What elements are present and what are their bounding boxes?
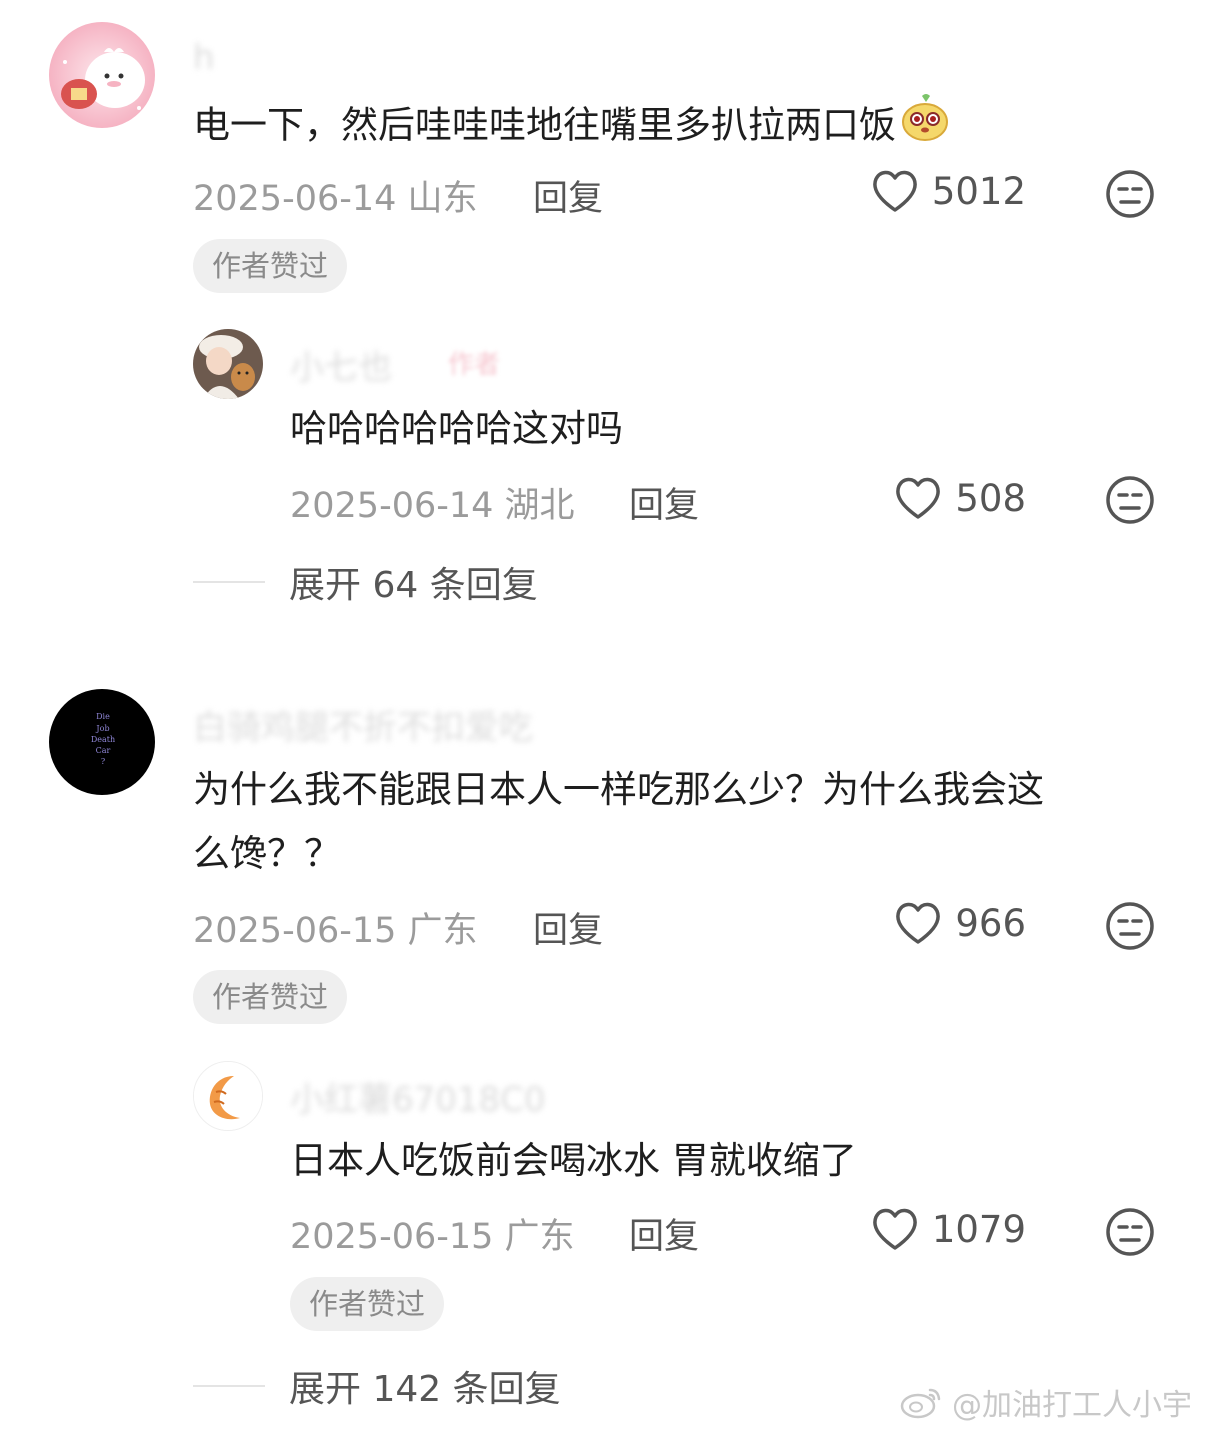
neutral-face-icon: [1106, 170, 1154, 218]
username-reply-1[interactable]: 小七也: [290, 340, 392, 389]
heart-outline-icon: [872, 1208, 917, 1250]
author-liked-badge: 作者赞过: [193, 970, 348, 1024]
avatar-reply-1[interactable]: [193, 329, 263, 399]
avatar-reply-2[interactable]: [193, 1061, 263, 1131]
comment-1-text: 电一下，然后哇哇哇地往嘴里多扒拉两口饭: [193, 103, 896, 147]
like-count: 966: [955, 901, 1026, 945]
neutral-face-icon: [1106, 1208, 1154, 1256]
avatar-text: ?: [101, 757, 105, 766]
reply-location: 广东: [504, 1217, 575, 1257]
like-count: 508: [955, 476, 1026, 520]
avatar-text: Job: [95, 724, 109, 733]
reply-2-text: 日本人吃饭前会喝冰水 胃就收缩了: [290, 1139, 857, 1182]
avatar-comment-1[interactable]: [49, 22, 155, 128]
author-liked-badge: 作者赞过: [290, 1277, 445, 1331]
comment-2-text-line2: 么馋？？: [193, 832, 341, 875]
expand-replies-label: 展开 64 条回复: [289, 565, 538, 606]
reply-1-text: 哈哈哈哈哈哈这对吗: [290, 407, 623, 450]
weibo-watermark: @加油打工人小宇: [900, 1380, 1192, 1424]
author-tag: 作者: [448, 350, 501, 380]
weibo-logo-icon: [900, 1388, 941, 1419]
avatar-text: Die: [96, 712, 110, 721]
neutral-face-icon: [1106, 476, 1154, 524]
watermark-text: @加油打工人小宇: [952, 1388, 1192, 1423]
expand-replies-button[interactable]: 展开 142 条回复: [193, 1360, 561, 1412]
like-count: 1079: [931, 1207, 1026, 1251]
author-liked-badge: 作者赞过: [193, 239, 348, 293]
like-button[interactable]: 508: [893, 475, 1026, 521]
reply-button[interactable]: 回复: [629, 477, 699, 528]
expand-replies-button[interactable]: 展开 64 条回复: [193, 556, 538, 608]
dislike-button[interactable]: [1105, 169, 1155, 223]
dislike-button[interactable]: [1105, 475, 1155, 529]
reply-button[interactable]: 回复: [533, 170, 603, 221]
username-comment-1[interactable]: h: [193, 38, 215, 78]
heart-outline-icon: [896, 902, 941, 944]
dislike-button[interactable]: [1105, 1207, 1155, 1261]
comment-location: 山东: [407, 179, 478, 219]
cute-emoji-icon: [900, 92, 950, 162]
avatar-text: Car: [96, 746, 111, 755]
reply-button[interactable]: 回复: [629, 1208, 699, 1259]
dislike-button[interactable]: [1105, 901, 1155, 955]
comment-2-meta: 2025-06-15 广东: [193, 902, 478, 953]
like-button[interactable]: 5012: [870, 168, 1026, 214]
username-reply-2[interactable]: 小红薯67018C0: [290, 1072, 546, 1121]
reply-date: 2025-06-14: [290, 486, 494, 526]
avatar-comment-2[interactable]: Die Job Death Car ?: [49, 689, 155, 795]
expand-replies-label: 展开 142 条回复: [289, 1369, 561, 1410]
comment-1-meta: 2025-06-14 山东: [193, 170, 478, 221]
comment-2-text-line1: 为什么我不能跟日本人一样吃那么少？为什么我会这: [193, 768, 1044, 811]
comment-date: 2025-06-14: [193, 179, 397, 219]
reply-date: 2025-06-15: [290, 1217, 494, 1257]
reply-button[interactable]: 回复: [533, 902, 603, 953]
reply-2-meta: 2025-06-15 广东: [290, 1208, 575, 1259]
heart-outline-icon: [872, 170, 917, 212]
like-button[interactable]: 966: [893, 900, 1026, 946]
comment-location: 广东: [407, 911, 478, 951]
like-button[interactable]: 1079: [870, 1206, 1026, 1252]
reply-location: 湖北: [504, 486, 575, 526]
comment-date: 2025-06-15: [193, 911, 397, 951]
like-count: 5012: [931, 169, 1026, 213]
username-comment-2[interactable]: 白骑鸡腿不折不扣爱吃: [193, 700, 533, 749]
comment-text: 电一下，然后哇哇哇地往嘴里多扒拉两口饭: [193, 92, 950, 162]
neutral-face-icon: [1106, 902, 1154, 950]
heart-outline-icon: [896, 477, 941, 519]
divider-line: [193, 1385, 265, 1387]
divider-line: [193, 581, 265, 583]
reply-1-meta: 2025-06-14 湖北: [290, 477, 575, 528]
avatar-text: Death: [91, 735, 115, 744]
